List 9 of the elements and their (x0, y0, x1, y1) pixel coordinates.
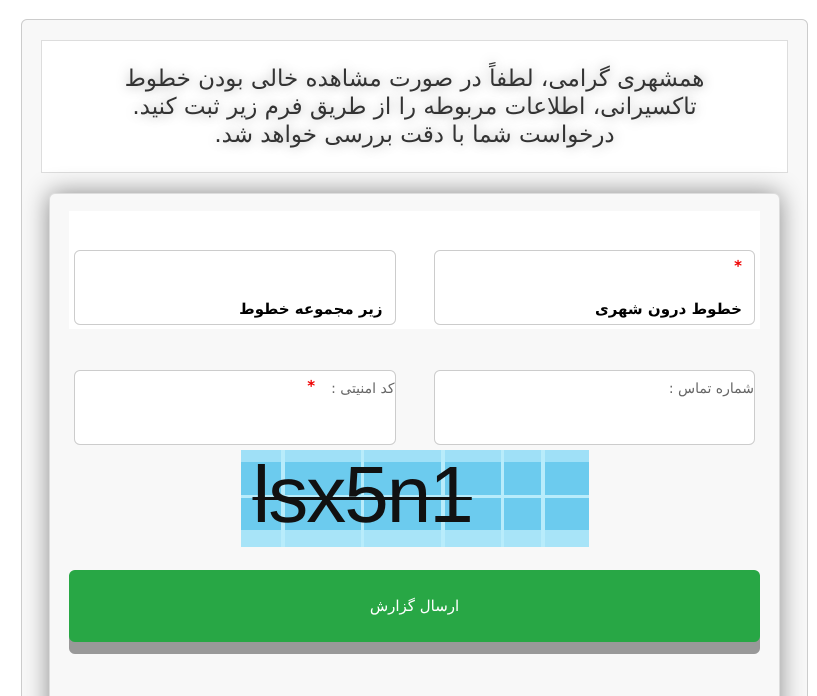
required-mark: * (307, 379, 316, 394)
intro-text: همشهری گرامی، لطفاً در صورت مشاهده خالی بودن خطوط تاکسیرانی، اطلاعات مربوطه را از طریق فرم زیر ثبت کنید. درخواست شما با دقت بررسی خواهد شد. (122, 64, 707, 148)
input-field[interactable]: کد امنیتی : * (74, 370, 396, 445)
required-mark: * (734, 259, 742, 275)
select-field[interactable]: * خطوط درون شهری (434, 250, 755, 325)
submit-button[interactable]: ارسال گزارش (69, 570, 760, 642)
captcha-image: lsx5n1 (240, 450, 588, 547)
input-field[interactable]: شماره تماس : (434, 370, 755, 445)
select-field[interactable]: زیر مجموعه خطوط (74, 250, 396, 325)
